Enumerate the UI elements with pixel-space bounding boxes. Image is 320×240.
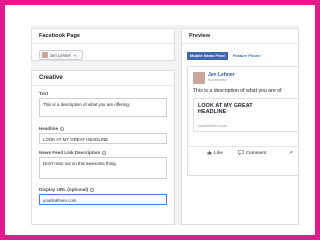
sponsored-text: Sponsored	[208, 78, 227, 82]
avatar	[193, 72, 205, 84]
link-description-label-text: News Feed Link Description	[39, 150, 101, 155]
creative-title: Creative	[32, 71, 174, 86]
link-description-label: News Feed Link Description	[39, 150, 107, 155]
share-icon: ↗	[289, 150, 293, 155]
thumbs-up-icon	[207, 150, 212, 155]
tab-feature-phone[interactable]: Feature Phone	[230, 52, 264, 60]
like-label: Like	[214, 150, 223, 155]
like-button[interactable]: Like	[207, 150, 223, 155]
text-label: Text	[39, 91, 49, 96]
globe-icon: ◦	[229, 78, 232, 82]
display-url-label: Display URL (optional)	[39, 187, 95, 192]
page-select-value: Jen Lehner	[50, 52, 71, 58]
text-field[interactable]: This is a description of what you are of…	[39, 98, 167, 117]
creative-section: Creative Text This is a description of w…	[31, 70, 175, 225]
headline-field[interactable]: LOOK AT MY GREAT HEADLINE	[39, 133, 167, 144]
post-actions: Like Comment ↗	[188, 146, 299, 160]
tab-mobile-news-feed[interactable]: Mobile News Feed	[187, 52, 228, 60]
info-icon	[102, 150, 107, 155]
facebook-page-title: Facebook Page	[32, 29, 174, 44]
chevron-down-icon: ▾	[73, 52, 76, 58]
comment-button[interactable]: Comment	[238, 150, 266, 155]
preview-tabs: Mobile News Feed Feature Phone	[187, 52, 263, 60]
display-url-field[interactable]: yourlinkhere.com	[39, 194, 167, 205]
facebook-page-section: Facebook Page Jen Lehner ▾	[31, 28, 175, 61]
share-button[interactable]: ↗	[289, 150, 293, 156]
info-icon	[60, 126, 65, 131]
sponsored-label: Sponsored · ◦	[208, 78, 232, 82]
link-card[interactable]: LOOK AT MY GREAT HEADLINE yourlinkhere.c…	[193, 98, 299, 132]
headline-label: Headline	[39, 126, 65, 131]
link-description-field[interactable]: Don't miss out on this awesome thing.	[39, 157, 167, 179]
link-url: yourlinkhere.com	[198, 124, 227, 128]
editor-left-column: Facebook Page Jen Lehner ▾ Creative Text…	[31, 25, 175, 225]
page-avatar	[42, 52, 48, 58]
ad-preview-post: Jen Lehner Sponsored · ◦ This is a descr…	[187, 66, 299, 176]
comment-label: Comment	[246, 150, 267, 155]
magenta-frame: Facebook Page Jen Lehner ▾ Creative Text…	[0, 0, 320, 240]
headline-label-text: Headline	[39, 126, 59, 131]
preview-section: Preview Mobile News Feed Feature Phone J…	[181, 25, 299, 225]
link-headline: LOOK AT MY GREAT HEADLINE	[198, 103, 253, 116]
preview-title: Preview	[182, 29, 299, 44]
info-icon	[90, 187, 95, 192]
ad-editor: Facebook Page Jen Lehner ▾ Creative Text…	[31, 25, 299, 225]
comment-icon	[238, 150, 244, 155]
post-text: This is a description of what you are of	[193, 88, 282, 94]
page-select[interactable]: Jen Lehner ▾	[39, 50, 83, 60]
display-url-label-text: Display URL (optional)	[39, 187, 89, 192]
